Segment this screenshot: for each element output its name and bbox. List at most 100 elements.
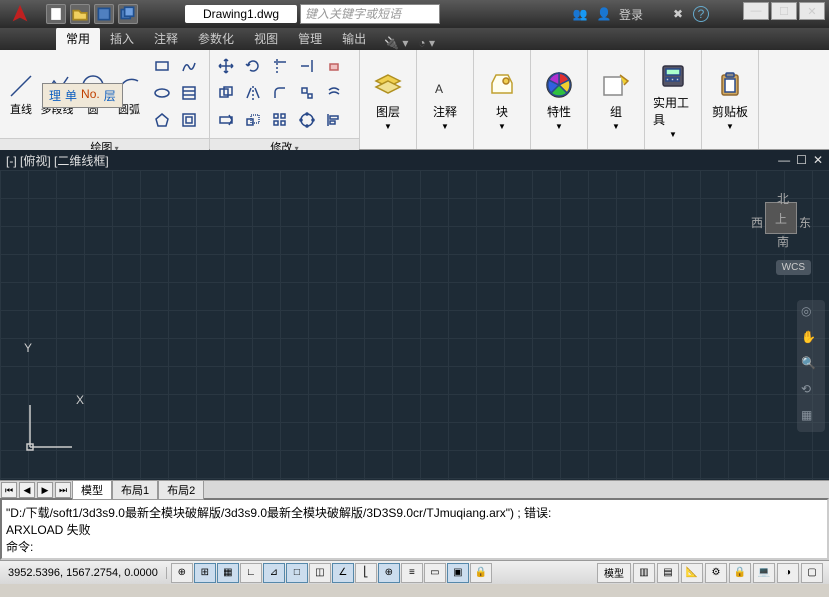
- align-icon[interactable]: [322, 108, 346, 132]
- sb-qp-icon[interactable]: ▣: [447, 563, 469, 583]
- minimize-button[interactable]: —: [743, 2, 769, 20]
- vp-close-icon[interactable]: ✕: [813, 153, 823, 167]
- tab-model[interactable]: 模型: [72, 480, 112, 500]
- wcs-label[interactable]: WCS: [776, 260, 811, 275]
- user-icon[interactable]: 👤: [595, 5, 613, 23]
- sb-anno-scale-icon[interactable]: 📐: [681, 563, 703, 583]
- sb-workspace-icon[interactable]: ⚙: [705, 563, 727, 583]
- trim-icon[interactable]: [268, 54, 292, 78]
- array-icon[interactable]: [268, 108, 292, 132]
- cmd-prompt[interactable]: 命令:: [6, 538, 823, 555]
- fullnav-icon[interactable]: ◎: [801, 304, 821, 324]
- polygon-icon[interactable]: [150, 108, 174, 132]
- scale-icon[interactable]: [241, 108, 265, 132]
- offset-icon[interactable]: [322, 81, 346, 105]
- region-icon[interactable]: [177, 108, 201, 132]
- save-icon[interactable]: [94, 4, 114, 24]
- tab-output[interactable]: 输出: [332, 27, 376, 50]
- sb-snap-icon[interactable]: ⊞: [194, 563, 216, 583]
- orbit-icon[interactable]: ⟲: [801, 382, 821, 402]
- annotation-button[interactable]: A 注释▼: [421, 65, 469, 135]
- infocenter-icon[interactable]: 👥: [571, 5, 589, 23]
- compass-west[interactable]: 西: [751, 214, 763, 231]
- canvas[interactable]: 北 南 东 西 上 WCS ◎ ✋ 🔍 ⟲ ▦ Y X: [0, 170, 829, 480]
- close-button[interactable]: ✕: [799, 2, 825, 20]
- zoom-icon[interactable]: 🔍: [801, 356, 821, 376]
- erase-icon[interactable]: [322, 54, 346, 78]
- clipboard-button[interactable]: 剪贴板▼: [706, 65, 754, 135]
- spline-icon[interactable]: [177, 54, 201, 78]
- command-line[interactable]: "D:/下载/soft1/3d3s9.0最新全模块破解版/3d3s9.0最新全模…: [0, 498, 829, 560]
- tool-line[interactable]: 直线: [4, 71, 38, 117]
- sb-grid-icon[interactable]: ▦: [217, 563, 239, 583]
- float-item-2[interactable]: 单: [65, 87, 77, 104]
- float-item-1[interactable]: 理: [49, 87, 61, 104]
- group-button[interactable]: 组▼: [592, 65, 640, 135]
- viewport-label[interactable]: [-] [俯视] [二维线框]: [6, 152, 109, 169]
- compass-north[interactable]: 北: [777, 190, 789, 207]
- sb-model[interactable]: 模型: [597, 563, 631, 583]
- explode-icon[interactable]: [295, 81, 319, 105]
- float-item-4[interactable]: 层: [104, 87, 116, 104]
- sb-qv-layouts-icon[interactable]: ▥: [633, 563, 655, 583]
- tab-annotate[interactable]: 注释: [144, 27, 188, 50]
- vp-minimize-icon[interactable]: —: [778, 153, 790, 167]
- sb-polar-icon[interactable]: ⊿: [263, 563, 285, 583]
- rect-icon[interactable]: [150, 54, 174, 78]
- block-button[interactable]: 块▼: [478, 65, 526, 135]
- compass-south[interactable]: 南: [777, 233, 789, 250]
- float-item-3[interactable]: No.: [81, 87, 100, 104]
- vp-maximize-icon[interactable]: ☐: [796, 153, 807, 167]
- sb-3dosnap-icon[interactable]: ◫: [309, 563, 331, 583]
- sb-isolate-icon[interactable]: ◑: [777, 563, 799, 583]
- exchange-icon[interactable]: ✖: [669, 5, 687, 23]
- tab-layout1[interactable]: 布局1: [112, 480, 158, 500]
- ellipse-icon[interactable]: [150, 81, 174, 105]
- compass-east[interactable]: 东: [799, 214, 811, 231]
- arrayp-icon[interactable]: [295, 108, 319, 132]
- rotate-icon[interactable]: [241, 54, 265, 78]
- sb-sc-icon[interactable]: 🔒: [470, 563, 492, 583]
- mirror-icon[interactable]: [241, 81, 265, 105]
- ltab-prev-icon[interactable]: ◀: [19, 482, 35, 498]
- help-icon[interactable]: ?: [693, 6, 709, 22]
- tab-manage[interactable]: 管理: [288, 27, 332, 50]
- tab-extras[interactable]: 🔌 ▾ ◔ ▾: [384, 36, 435, 50]
- pan-icon[interactable]: ✋: [801, 330, 821, 350]
- sb-hardware-icon[interactable]: 💻: [753, 563, 775, 583]
- viewcube[interactable]: 北 南 东 西 上: [751, 190, 811, 250]
- sb-otrack-icon[interactable]: ∠: [332, 563, 354, 583]
- tab-layout2[interactable]: 布局2: [158, 480, 204, 500]
- ltab-last-icon[interactable]: ⏭: [55, 482, 71, 498]
- sb-osnap-icon[interactable]: □: [286, 563, 308, 583]
- stretch-icon[interactable]: [214, 108, 238, 132]
- coords-display[interactable]: 3952.5396, 1567.2754, 0.0000: [0, 567, 167, 579]
- new-icon[interactable]: [46, 4, 66, 24]
- move-icon[interactable]: [214, 54, 238, 78]
- sb-ducs-icon[interactable]: ⎣: [355, 563, 377, 583]
- sb-dyn-icon[interactable]: ⊕: [378, 563, 400, 583]
- tab-view[interactable]: 视图: [244, 27, 288, 50]
- maximize-button[interactable]: ☐: [771, 2, 797, 20]
- saveall-icon[interactable]: [118, 4, 138, 24]
- sb-lock-icon[interactable]: 🔒: [729, 563, 751, 583]
- hatch-icon[interactable]: [177, 81, 201, 105]
- sb-qv-drawings-icon[interactable]: ▤: [657, 563, 679, 583]
- sb-clean-icon[interactable]: ▢: [801, 563, 823, 583]
- utilities-button[interactable]: 实用工具▼: [649, 56, 697, 143]
- open-icon[interactable]: [70, 4, 90, 24]
- search-input[interactable]: 键入关键字或短语: [300, 4, 440, 24]
- tab-insert[interactable]: 插入: [100, 27, 144, 50]
- layer-button[interactable]: 图层▼: [364, 65, 412, 135]
- sb-infer-icon[interactable]: ⊕: [171, 563, 193, 583]
- tab-parametric[interactable]: 参数化: [188, 27, 244, 50]
- sb-ortho-icon[interactable]: ∟: [240, 563, 262, 583]
- showmotion-icon[interactable]: ▦: [801, 408, 821, 428]
- ltab-first-icon[interactable]: ⏮: [1, 482, 17, 498]
- sb-lwt-icon[interactable]: ≡: [401, 563, 423, 583]
- fillet-icon[interactable]: [268, 81, 292, 105]
- floating-toolbar[interactable]: 理 单 No. 层: [42, 83, 123, 108]
- properties-button[interactable]: 特性▼: [535, 65, 583, 135]
- login-link[interactable]: 登录: [619, 6, 643, 23]
- sb-tpy-icon[interactable]: ▭: [424, 563, 446, 583]
